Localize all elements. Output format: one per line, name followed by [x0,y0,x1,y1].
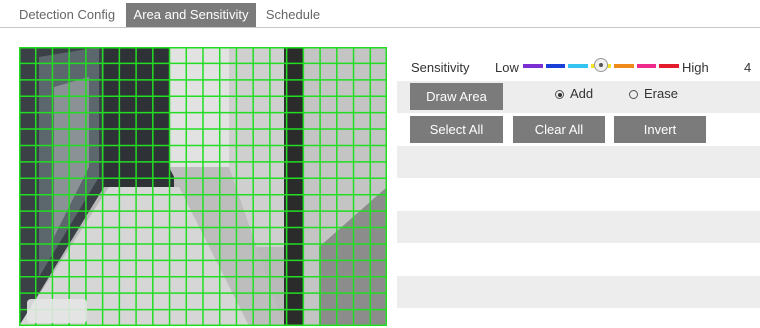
invert-button[interactable]: Invert [614,116,706,143]
tab-schedule[interactable]: Schedule [258,3,328,27]
sensitivity-label: Sensitivity [411,60,470,75]
panel-row-stripe [397,146,760,178]
sensitivity-panel: Sensitivity Low High 4 Draw Area Add Era… [397,47,760,326]
draw-area-button[interactable]: Draw Area [410,83,503,110]
tab-detection-config[interactable]: Detection Config [12,3,122,27]
sensitivity-low-label: Low [495,60,519,75]
sensitivity-level-segment[interactable] [568,64,589,68]
add-radio-label: Add [570,86,594,101]
sensitivity-value: 4 [744,60,752,75]
sensitivity-level-segment[interactable] [613,64,634,68]
erase-radio-dot[interactable] [629,90,638,99]
sensitivity-slider[interactable] [523,58,679,72]
sensitivity-high-label: High [682,60,709,75]
tab-area-and-sensitivity[interactable]: Area and Sensitivity [126,3,256,27]
sensitivity-level-segment[interactable] [636,64,657,68]
sensitivity-level-segment[interactable] [545,64,566,68]
blurred-timestamp-overlay [27,299,87,323]
add-radio[interactable]: Add [555,86,593,102]
motion-detection-grid[interactable] [19,47,387,326]
tab-bar: Detection Config Area and Sensitivity Sc… [0,0,760,28]
select-all-button[interactable]: Select All [410,116,503,143]
camera-preview[interactable] [19,47,387,326]
erase-radio[interactable]: Erase [629,86,678,102]
panel-row-stripe [397,276,760,308]
clear-all-button[interactable]: Clear All [513,116,605,143]
panel-row-stripe [397,211,760,243]
erase-radio-label: Erase [644,86,678,101]
sensitivity-level-segment[interactable] [659,64,679,68]
add-radio-dot[interactable] [555,90,564,99]
sensitivity-slider-handle[interactable] [594,58,608,72]
sensitivity-level-segment[interactable] [523,64,543,68]
